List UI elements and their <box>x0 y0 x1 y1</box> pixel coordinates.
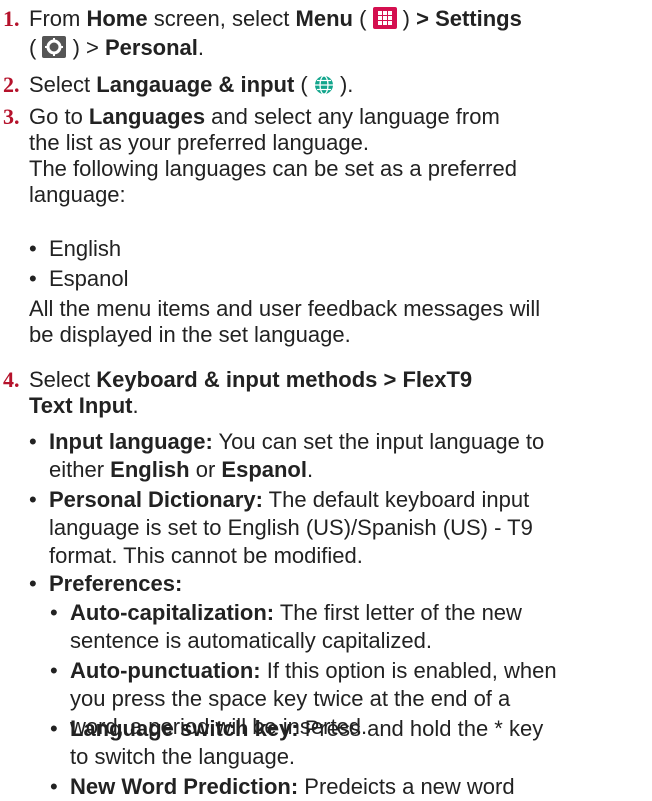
personal-label: Personal <box>104 35 198 60</box>
settings-label: > Settings <box>416 6 522 31</box>
keyboard-input-label: Keyboard & input methods > FlexT9 <box>96 367 473 392</box>
step-number: 2. <box>3 72 20 97</box>
language-note: All the menu items and user feedback mes… <box>29 296 541 347</box>
step-text: Select Keyboard & input methods > FlexT9… <box>29 367 473 418</box>
text-input-label: Text Input <box>29 393 133 418</box>
language-english: English <box>49 236 122 261</box>
language-espanol: Espanol <box>49 266 129 291</box>
menu-label: Menu <box>295 6 353 31</box>
step-text: Select Langauage & input ( ). <box>29 72 639 101</box>
step-number: 3. <box>3 104 20 129</box>
menu-grid-icon <box>372 7 397 35</box>
step-number: 4. <box>3 367 20 392</box>
language-input-label: Langauage & input <box>96 72 295 97</box>
globe-icon <box>314 75 334 101</box>
home-label: Home <box>86 6 148 31</box>
languages-label: Languages <box>88 104 206 129</box>
settings-gear-icon <box>42 36 67 64</box>
step-text: From Home screen, select Menu ( ) > Sett… <box>29 6 639 64</box>
instruction-page: 1. From Home screen, select Menu ( ) > S… <box>0 0 652 801</box>
step-text: Go to Languages and select any language … <box>29 104 517 207</box>
step-number: 1. <box>3 6 20 31</box>
